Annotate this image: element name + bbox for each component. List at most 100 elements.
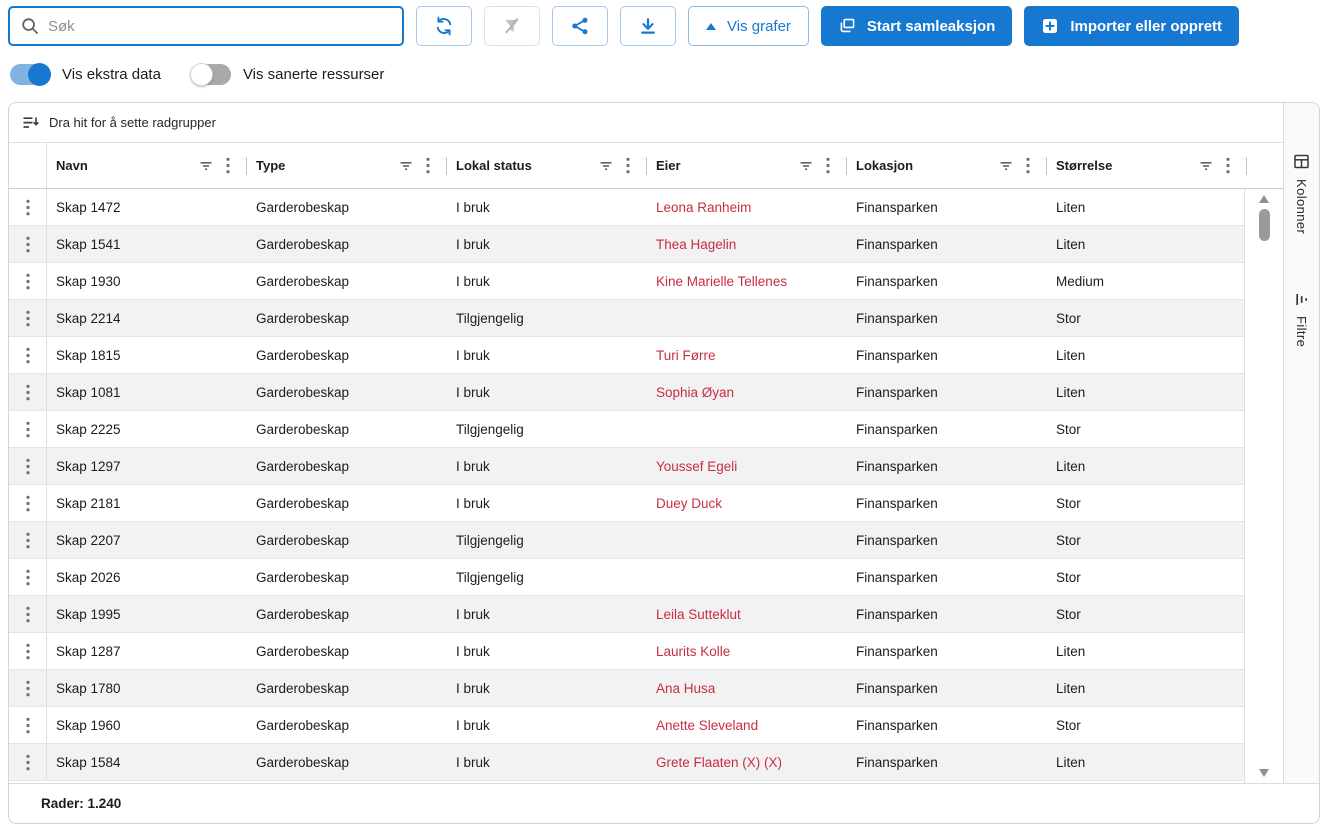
cell-eier — [647, 411, 847, 447]
row-group-drop-zone[interactable]: Dra hit for å sette radgrupper — [9, 103, 1283, 143]
column-menu-icon[interactable] — [1026, 157, 1030, 174]
column-menu-icon[interactable] — [826, 157, 830, 174]
header-filler — [1247, 143, 1283, 188]
cell-type: Garderobeskap — [247, 670, 447, 706]
column-filter-icon[interactable] — [198, 158, 214, 174]
column-header-type[interactable]: Type — [247, 143, 447, 188]
kebab-icon — [26, 643, 30, 660]
row-menu-button[interactable] — [9, 707, 47, 743]
row-menu-button[interactable] — [9, 522, 47, 558]
row-menu-button[interactable] — [9, 226, 47, 262]
scrollbar-thumb[interactable] — [1259, 209, 1270, 241]
row-menu-button[interactable] — [9, 485, 47, 521]
clear-filter-button[interactable] — [484, 6, 540, 46]
grid-body: Skap 1472 Garderobeskap I bruk Leona Ranhei… — [9, 189, 1283, 783]
table-row[interactable]: Skap 1995GarderobeskapI brukLeila Suttek… — [9, 596, 1244, 633]
row-menu-button[interactable] — [9, 411, 47, 447]
column-filter-icon[interactable] — [798, 158, 814, 174]
tab-kolonner[interactable]: Kolonner — [1293, 153, 1310, 234]
column-header-lokal-status[interactable]: Lokal status — [447, 143, 647, 188]
column-header-eier[interactable]: Eier — [647, 143, 847, 188]
tab-filtre[interactable]: Filtre — [1294, 292, 1309, 347]
cell-eier[interactable]: Thea Hagelin — [647, 226, 847, 262]
extra-data-toggle[interactable]: Vis ekstra data — [10, 64, 161, 85]
vertical-scrollbar[interactable] — [1245, 189, 1283, 783]
column-menu-icon[interactable] — [226, 157, 230, 174]
cell-eier[interactable]: Youssef Egeli — [647, 448, 847, 484]
cell-navn: Skap 1472 — [47, 189, 247, 225]
column-menu-icon[interactable] — [426, 157, 430, 174]
scroll-down-arrow-icon[interactable] — [1259, 769, 1269, 777]
table-row[interactable]: Skap 2225GarderobeskapTilgjengeligFinans… — [9, 411, 1244, 448]
search-box[interactable] — [8, 6, 404, 46]
column-header-lokasjon[interactable]: Lokasjon — [847, 143, 1047, 188]
scroll-up-arrow-icon[interactable] — [1259, 195, 1269, 203]
table-row[interactable]: Skap 1287GarderobeskapI brukLaurits Koll… — [9, 633, 1244, 670]
column-menu-icon[interactable] — [1226, 157, 1230, 174]
start-bulk-action-button[interactable]: Start samleaksjon — [821, 6, 1012, 46]
column-header-størrelse[interactable]: Størrelse — [1047, 143, 1247, 188]
kebab-icon — [26, 199, 30, 216]
cell-eier[interactable]: Kine Marielle Tellenes — [647, 263, 847, 299]
cell-lokasjon: Finansparken — [847, 189, 1047, 225]
cell-status: Tilgjengelig — [447, 411, 647, 447]
cell-type: Garderobeskap — [247, 633, 447, 669]
extra-data-switch[interactable] — [10, 64, 50, 85]
column-header-navn[interactable]: Navn — [47, 143, 247, 188]
cell-eier[interactable]: Leila Sutteklut — [647, 596, 847, 632]
column-filter-icon[interactable] — [998, 158, 1014, 174]
cell-navn: Skap 2214 — [47, 300, 247, 336]
row-menu-button[interactable] — [9, 744, 47, 780]
kebab-icon — [26, 310, 30, 327]
import-or-create-button[interactable]: Importer eller opprett — [1024, 6, 1239, 46]
row-menu-button[interactable] — [9, 374, 47, 410]
row-menu-button[interactable] — [9, 596, 47, 632]
cell-eier[interactable]: Anette Sleveland — [647, 707, 847, 743]
row-menu-button[interactable] — [9, 189, 47, 225]
table-row[interactable]: Skap 1815GarderobeskapI brukTuri FørreFi… — [9, 337, 1244, 374]
table-row[interactable]: Skap 1541GarderobeskapI brukThea Hagelin… — [9, 226, 1244, 263]
cell-eier[interactable]: Sophia Øyan — [647, 374, 847, 410]
table-row[interactable]: Skap 1584GarderobeskapI brukGrete Flaate… — [9, 744, 1244, 781]
row-menu-button[interactable] — [9, 559, 47, 595]
cell-eier[interactable]: Leona Ranheim — [647, 189, 847, 225]
column-filter-icon[interactable] — [398, 158, 414, 174]
table-row[interactable]: Skap 2026GarderobeskapTilgjengeligFinans… — [9, 559, 1244, 596]
share-button[interactable] — [552, 6, 608, 46]
cell-eier[interactable]: Laurits Kolle — [647, 633, 847, 669]
row-menu-button[interactable] — [9, 337, 47, 373]
download-button[interactable] — [620, 6, 676, 46]
cell-lokasjon: Finansparken — [847, 448, 1047, 484]
search-input[interactable] — [48, 18, 391, 35]
column-filter-icon[interactable] — [598, 158, 614, 174]
table-row[interactable]: Skap 2207GarderobeskapTilgjengeligFinans… — [9, 522, 1244, 559]
column-divider — [1246, 157, 1247, 175]
cell-eier[interactable]: Duey Duck — [647, 485, 847, 521]
column-menu-icon[interactable] — [626, 157, 630, 174]
grid-sidebar: Kolonner Filtre — [1283, 103, 1319, 783]
table-row[interactable]: Skap 1930GarderobeskapI brukKine Mariell… — [9, 263, 1244, 300]
row-menu-button[interactable] — [9, 448, 47, 484]
table-row[interactable]: Skap 2181GarderobeskapI brukDuey DuckFin… — [9, 485, 1244, 522]
cell-eier[interactable]: Grete Flaaten (X) (X) — [647, 744, 847, 780]
sanitized-resources-switch[interactable] — [191, 64, 231, 85]
row-menu-button[interactable] — [9, 670, 47, 706]
column-filter-icon[interactable] — [1198, 158, 1214, 174]
table-row[interactable]: Skap 1780GarderobeskapI brukAna HusaFina… — [9, 670, 1244, 707]
refresh-button[interactable] — [416, 6, 472, 46]
row-menu-button[interactable] — [9, 300, 47, 336]
table-row[interactable]: Skap 1472GarderobeskapI brukLeona Ranhei… — [9, 189, 1244, 226]
extra-data-toggle-label: Vis ekstra data — [62, 66, 161, 83]
cell-status: I bruk — [447, 337, 647, 373]
cell-eier[interactable]: Ana Husa — [647, 670, 847, 706]
show-charts-button[interactable]: Vis grafer — [688, 6, 809, 46]
table-row[interactable]: Skap 2214GarderobeskapTilgjengeligFinans… — [9, 300, 1244, 337]
row-menu-button[interactable] — [9, 263, 47, 299]
table-row[interactable]: Skap 1297GarderobeskapI brukYoussef Egel… — [9, 448, 1244, 485]
sanitized-resources-toggle[interactable]: Vis sanerte ressurser — [191, 64, 384, 85]
table-row[interactable]: Skap 1960GarderobeskapI brukAnette Sleve… — [9, 707, 1244, 744]
cell-navn: Skap 1297 — [47, 448, 247, 484]
table-row[interactable]: Skap 1081GarderobeskapI brukSophia ØyanF… — [9, 374, 1244, 411]
cell-eier[interactable]: Turi Førre — [647, 337, 847, 373]
row-menu-button[interactable] — [9, 633, 47, 669]
